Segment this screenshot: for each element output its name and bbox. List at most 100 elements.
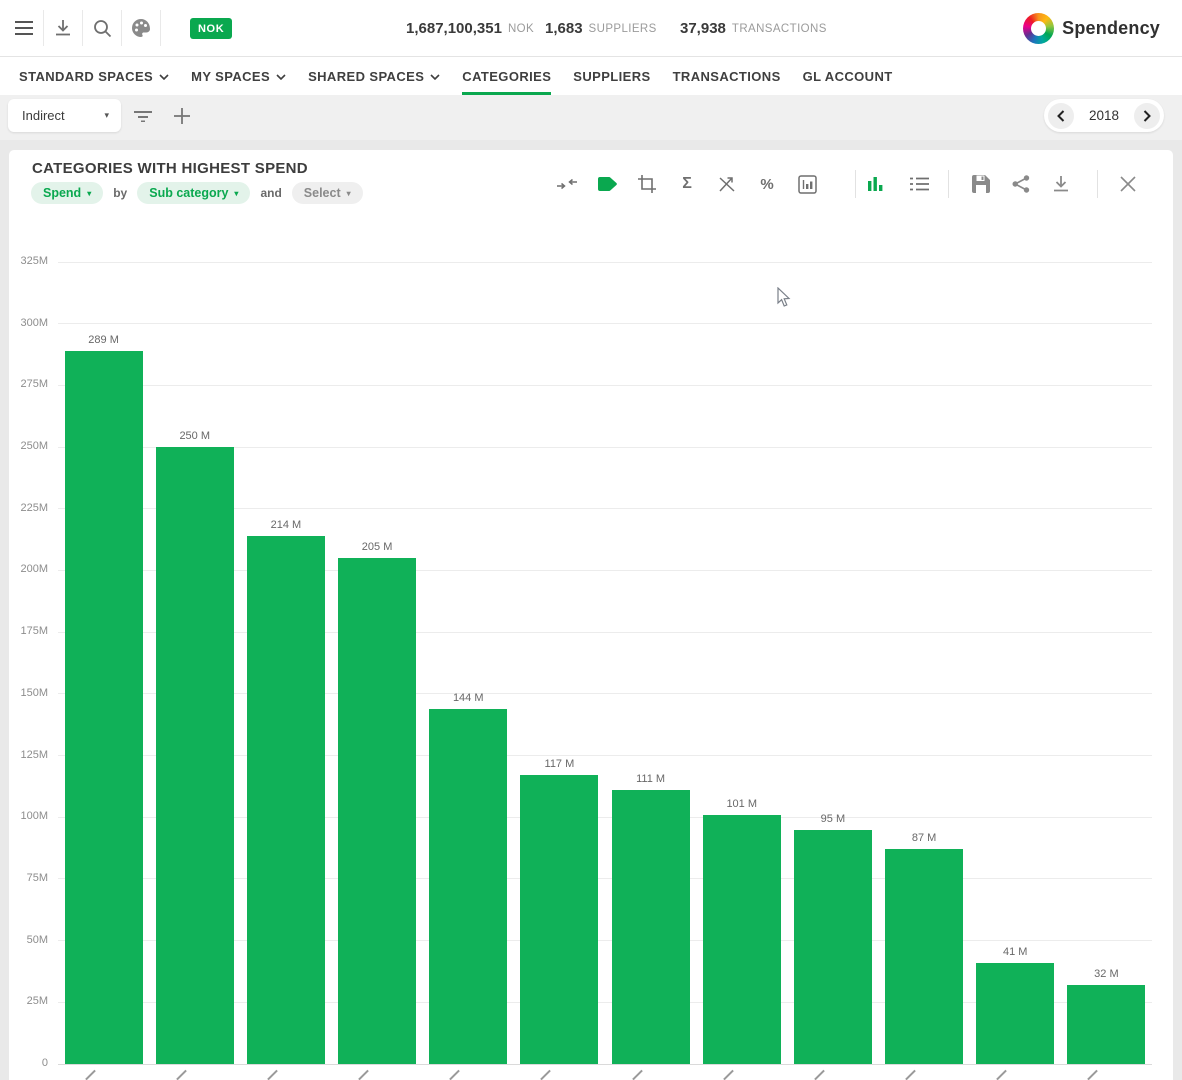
year-label: 2018 <box>1089 108 1119 123</box>
export-download-icon[interactable] <box>1050 173 1072 195</box>
chart-bar[interactable] <box>794 830 872 1064</box>
chevron-down-icon <box>430 74 440 80</box>
dimension-chip[interactable]: Sub category ▾ <box>137 182 250 204</box>
measure-chip-label: Spend <box>43 186 81 200</box>
x-axis-label-fragment <box>176 1070 187 1080</box>
y-axis-tick-label: 250M <box>9 440 48 452</box>
and-label: and <box>260 186 281 200</box>
y-axis-tick-label: 325M <box>9 255 48 267</box>
chart-bar[interactable] <box>429 709 507 1064</box>
chart-config-chips: Spend ▾ by Sub category ▾ and Select ▾ <box>31 182 363 204</box>
chart-bar[interactable] <box>65 351 143 1064</box>
hamburger-menu-icon[interactable] <box>5 9 43 47</box>
bar-chart-plot: 025M50M75M100M125M150M175M200M225M250M27… <box>58 262 1152 1064</box>
chart-bar[interactable] <box>338 558 416 1064</box>
divider <box>160 10 161 46</box>
gridline <box>58 385 1152 386</box>
tab-shared-spaces[interactable]: SHARED SPACES <box>297 57 451 95</box>
card-actions-group <box>970 173 1072 195</box>
merge-arrows-icon[interactable] <box>556 173 578 195</box>
tab-label: MY SPACES <box>191 69 270 84</box>
tab-my-spaces[interactable]: MY SPACES <box>180 57 297 95</box>
bar-value-label: 205 M <box>332 541 423 553</box>
tab-suppliers[interactable]: SUPPLIERS <box>562 57 661 95</box>
y-axis-tick-label: 125M <box>9 749 48 761</box>
add-widget-icon[interactable] <box>166 99 198 132</box>
chart-bar[interactable] <box>612 790 690 1064</box>
brand: Spendency <box>1023 0 1160 57</box>
secondary-dimension-chip[interactable]: Select ▾ <box>292 182 363 204</box>
transactions-value: 37,938 <box>680 20 726 37</box>
tag-icon[interactable] <box>596 173 618 195</box>
x-axis-label-fragment <box>449 1070 460 1080</box>
search-icon[interactable] <box>83 9 121 47</box>
next-year-button[interactable] <box>1134 103 1160 129</box>
filter-icon[interactable] <box>127 99 159 132</box>
tab-label: SUPPLIERS <box>573 69 650 84</box>
chart-bar[interactable] <box>520 775 598 1064</box>
chevron-down-icon: ▾ <box>347 189 351 198</box>
palette-icon[interactable] <box>122 9 160 47</box>
y-axis-tick-label: 225M <box>9 502 48 514</box>
clear-sort-icon[interactable] <box>716 173 738 195</box>
sigma-sum-icon[interactable]: Σ <box>676 173 698 195</box>
tab-label: STANDARD SPACES <box>19 69 153 84</box>
main-nav: STANDARD SPACES MY SPACES SHARED SPACES … <box>0 57 1182 95</box>
dimension-chip-label: Sub category <box>149 186 228 200</box>
divider <box>855 170 856 198</box>
bar-value-label: 87 M <box>879 832 970 844</box>
close-icon[interactable] <box>1115 171 1141 197</box>
currency-badge[interactable]: NOK <box>190 18 232 39</box>
chart-tools-group: Σ % <box>556 173 818 195</box>
suppliers-unit: SUPPLIERS <box>589 23 657 35</box>
tab-categories[interactable]: CATEGORIES <box>451 57 562 95</box>
percent-icon[interactable]: % <box>756 173 778 195</box>
top-bar: NOK 1,687,100,351 NOK 1,683 SUPPLIERS 37… <box>0 0 1182 57</box>
bar-value-label: 289 M <box>58 334 149 346</box>
brand-name: Spendency <box>1062 18 1160 39</box>
save-icon[interactable] <box>970 173 992 195</box>
chart-bar[interactable] <box>156 447 234 1064</box>
tab-label: TRANSACTIONS <box>673 69 781 84</box>
tab-standard-spaces[interactable]: STANDARD SPACES <box>8 57 180 95</box>
bar-value-label: 117 M <box>514 758 605 770</box>
x-axis-label-fragment <box>358 1070 369 1080</box>
y-axis-tick-label: 100M <box>9 810 48 822</box>
x-axis-label-fragment <box>814 1070 825 1080</box>
download-icon[interactable] <box>44 9 82 47</box>
transactions-unit: TRANSACTIONS <box>732 23 827 35</box>
chart-bar[interactable] <box>703 815 781 1064</box>
x-axis-label-fragment <box>723 1070 734 1080</box>
chart-card: CATEGORIES WITH HIGHEST SPEND Spend ▾ by… <box>9 150 1173 1080</box>
total-spend-stat: 1,687,100,351 NOK <box>406 0 534 57</box>
secondary-dimension-chip-label: Select <box>304 186 341 200</box>
crop-icon[interactable] <box>636 173 658 195</box>
by-label: by <box>113 186 127 200</box>
chart-bar[interactable] <box>1067 985 1145 1064</box>
suppliers-value: 1,683 <box>545 20 583 37</box>
measure-chip[interactable]: Spend ▾ <box>31 182 103 204</box>
chevron-down-icon: ▾ <box>87 189 91 198</box>
x-axis-label-fragment <box>632 1070 643 1080</box>
x-axis-label-fragment <box>1088 1070 1099 1080</box>
chart-bar[interactable] <box>247 536 325 1064</box>
bar-chart-view-icon[interactable] <box>865 173 887 195</box>
tab-transactions[interactable]: TRANSACTIONS <box>662 57 792 95</box>
list-view-icon[interactable] <box>908 173 930 195</box>
x-axis-label-fragment <box>905 1070 916 1080</box>
transactions-stat: 37,938 TRANSACTIONS <box>680 0 827 57</box>
share-icon[interactable] <box>1010 173 1032 195</box>
chart-bar[interactable] <box>976 963 1054 1064</box>
gridline <box>58 262 1152 263</box>
previous-year-button[interactable] <box>1048 103 1074 129</box>
tab-gl-account[interactable]: GL ACCOUNT <box>792 57 904 95</box>
y-axis-tick-label: 300M <box>9 317 48 329</box>
tab-label: SHARED SPACES <box>308 69 424 84</box>
chevron-down-icon: ▾ <box>104 110 109 121</box>
scope-select[interactable]: Indirect ▾ <box>8 99 121 132</box>
chart-bar[interactable] <box>885 849 963 1064</box>
bar-value-label: 101 M <box>696 798 787 810</box>
mini-chart-box-icon[interactable] <box>796 173 818 195</box>
y-axis-tick-label: 25M <box>9 995 48 1007</box>
chevron-down-icon <box>159 74 169 80</box>
